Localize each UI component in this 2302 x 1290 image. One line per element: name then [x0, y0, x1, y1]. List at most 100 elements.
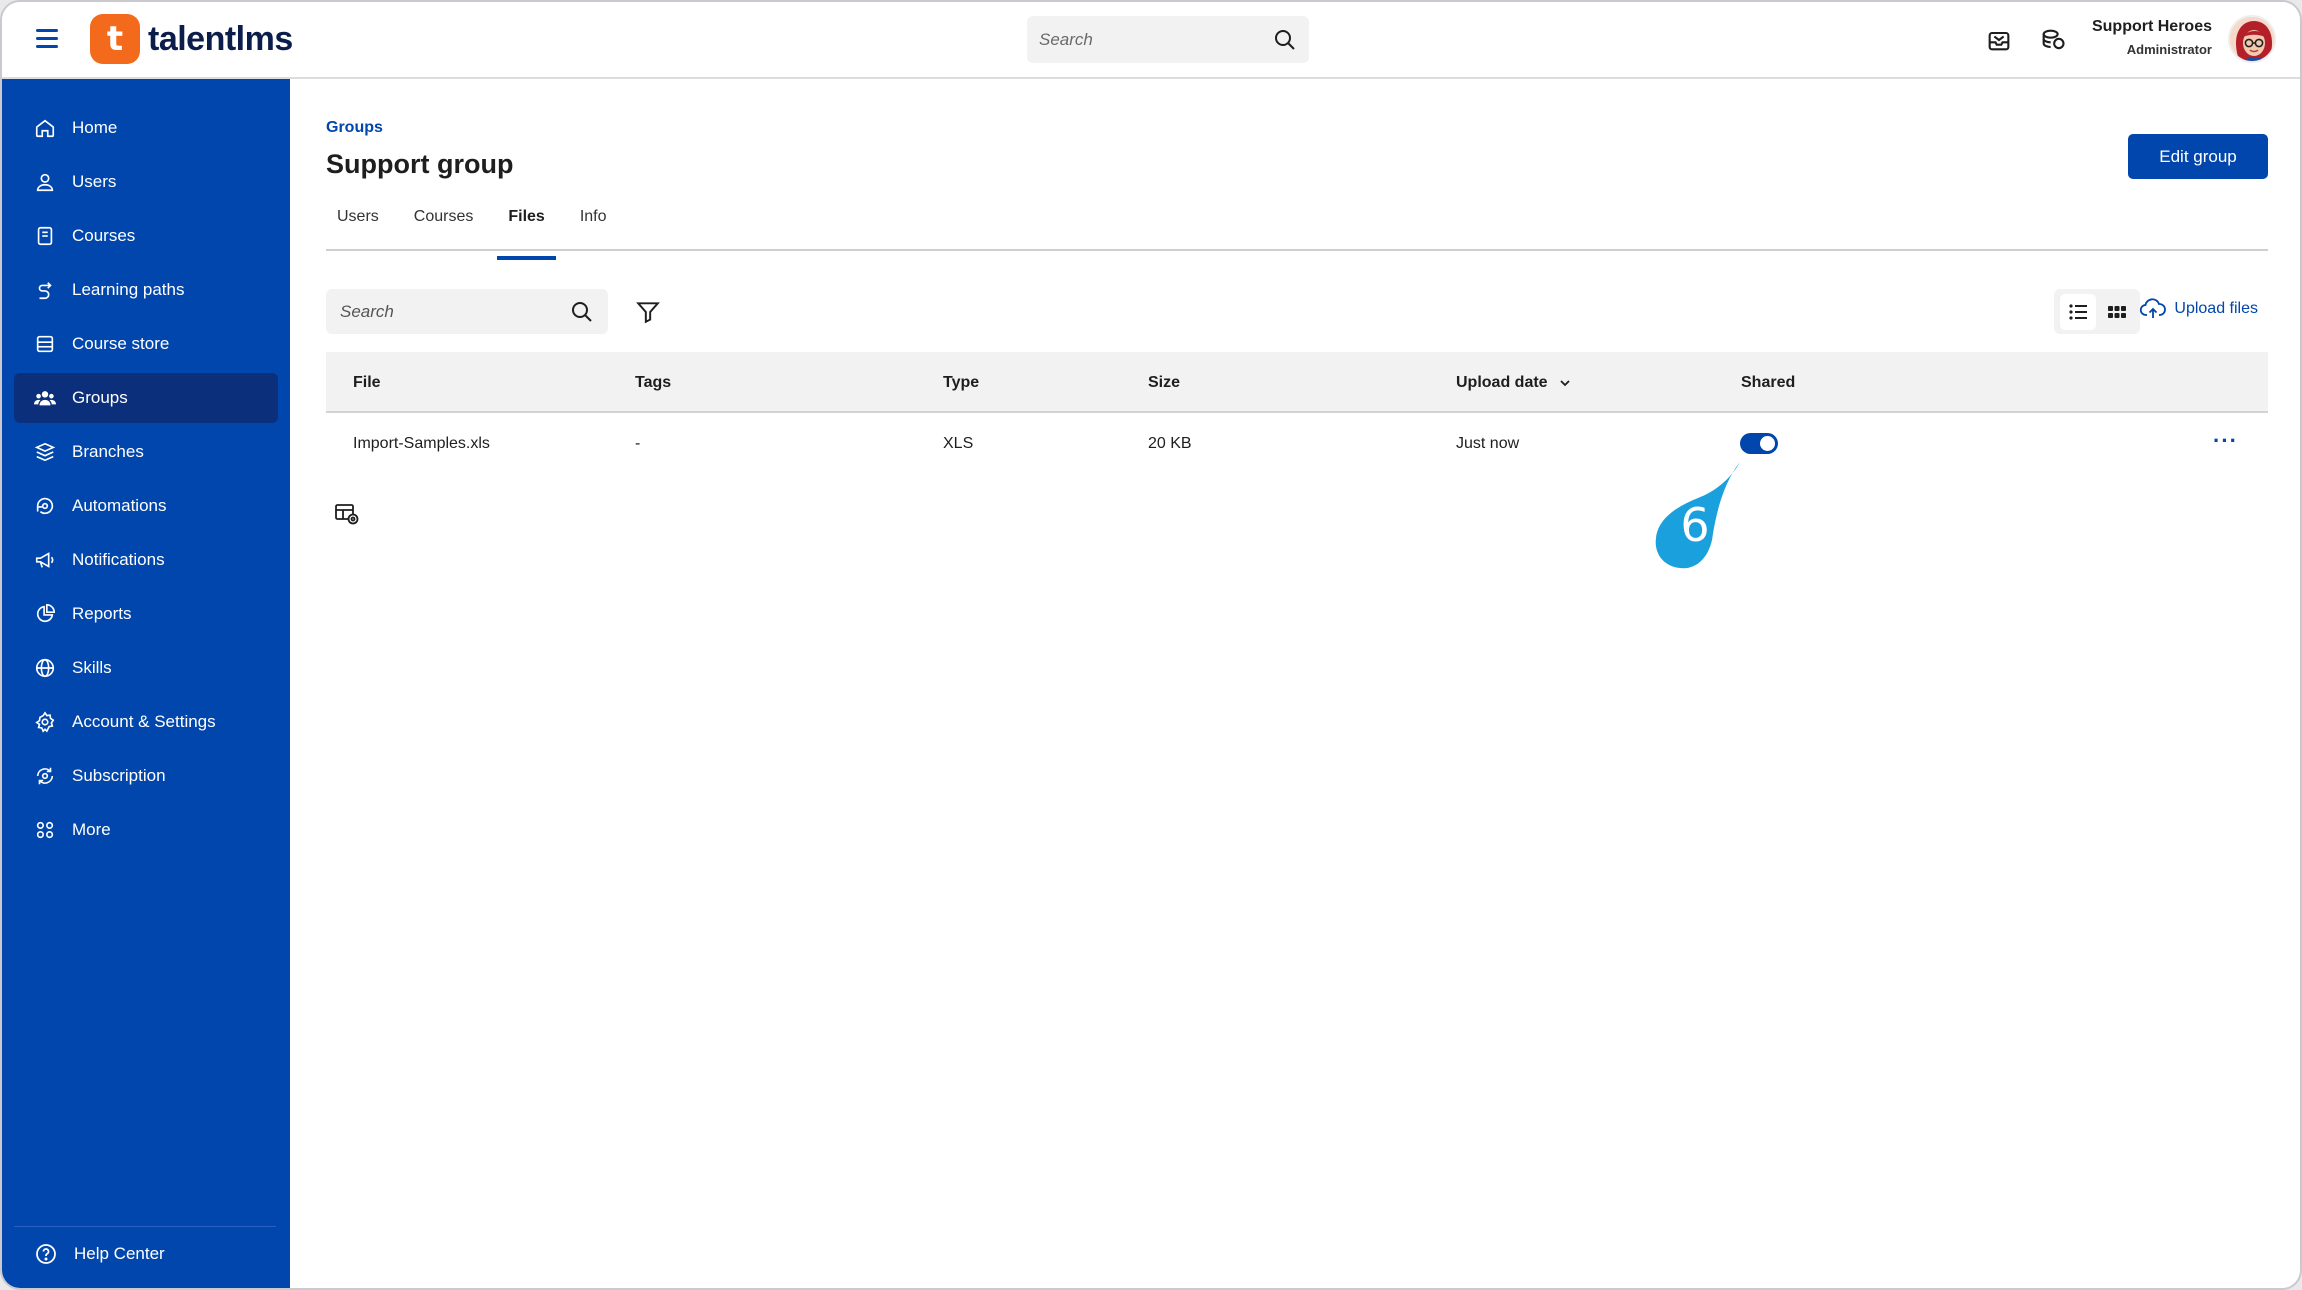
- path-icon: [38, 282, 52, 300]
- branches-icon: [34, 442, 56, 462]
- table-settings-icon[interactable]: [334, 502, 360, 526]
- global-search: [1027, 16, 1309, 63]
- col-header-shared[interactable]: Shared: [1741, 352, 1795, 413]
- help-center-link[interactable]: Help Center: [14, 1226, 276, 1280]
- sidebar-item-learning-paths[interactable]: Learning paths: [14, 265, 278, 315]
- top-bar: t talentlms Support Heroes Administrator: [2, 2, 2300, 79]
- sidebar-item-home[interactable]: Home: [14, 103, 278, 153]
- sidebar-item-label: Users: [72, 172, 117, 191]
- page-title: Support group: [326, 149, 514, 179]
- sidebar-item-label: Automations: [72, 496, 167, 515]
- main-content: Groups Support group Edit group Users Co…: [290, 79, 2300, 1288]
- chevron-down-icon: [1560, 380, 1570, 387]
- talentlms-logo[interactable]: t talentlms: [90, 14, 293, 64]
- list-view-button[interactable]: [2059, 293, 2096, 330]
- sidebar-item-groups[interactable]: Groups: [14, 373, 278, 423]
- filter-icon[interactable]: [635, 299, 661, 325]
- cell-type: XLS: [943, 435, 974, 452]
- row-more-options-icon[interactable]: ···: [2213, 413, 2238, 468]
- subscription-icon: [36, 767, 54, 785]
- col-header-upload-date-label: Upload date: [1456, 374, 1548, 391]
- user-menu[interactable]: Support Heroes Administrator: [2092, 18, 2212, 57]
- tab-info[interactable]: Info: [569, 199, 618, 249]
- toggle-knob: [1760, 436, 1775, 451]
- cell-tags: -: [635, 435, 641, 452]
- sidebar-item-reports[interactable]: Reports: [14, 589, 278, 639]
- avatar[interactable]: [2228, 15, 2276, 63]
- coins-icon[interactable]: [2039, 26, 2067, 54]
- hamburger-menu-icon[interactable]: [36, 29, 58, 49]
- global-search-input[interactable]: [1039, 29, 1273, 50]
- edit-group-button[interactable]: Edit group: [2128, 134, 2268, 179]
- view-toggle: [2054, 289, 2140, 334]
- groups-icon: [34, 391, 56, 406]
- sidebar-item-label: More: [72, 820, 111, 839]
- grid-icon: [36, 821, 54, 839]
- sidebar-item-course-store[interactable]: Course store: [14, 319, 278, 369]
- book-icon: [37, 226, 53, 246]
- sidebar-item-label: Account & Settings: [72, 712, 216, 731]
- help-center-label: Help Center: [74, 1243, 165, 1263]
- upload-files-link[interactable]: Upload files: [2140, 298, 2258, 320]
- tab-files[interactable]: Files: [497, 199, 557, 260]
- list-icon: [2068, 303, 2087, 320]
- sidebar-item-branches[interactable]: Branches: [14, 427, 278, 477]
- sidebar-item-label: Course store: [72, 334, 170, 353]
- sidebar-item-automations[interactable]: Automations: [14, 481, 278, 531]
- sidebar-item-label: Groups: [72, 388, 128, 407]
- table-row[interactable]: Import-Samples.xls - XLS 20 KB Just now …: [326, 413, 2268, 474]
- grid-view-icon: [2107, 305, 2126, 318]
- cell-file: Import-Samples.xls: [353, 435, 490, 452]
- user-role: Administrator: [2126, 42, 2212, 57]
- search-icon[interactable]: [570, 300, 594, 324]
- user-icon: [36, 173, 54, 192]
- sidebar-item-label: Branches: [72, 442, 144, 461]
- sidebar-item-subscription[interactable]: Subscription: [14, 751, 278, 801]
- store-icon: [36, 335, 54, 353]
- megaphone-icon: [35, 552, 54, 568]
- inbox-icon[interactable]: [1985, 26, 2013, 54]
- sidebar-item-label: Reports: [72, 604, 132, 623]
- sidebar-item-notifications[interactable]: Notifications: [14, 535, 278, 585]
- files-search: [326, 289, 608, 334]
- tab-bar: Users Courses Files Info: [326, 199, 2268, 260]
- pie-chart-icon: [36, 604, 55, 623]
- sidebar-item-more[interactable]: More: [14, 805, 278, 855]
- files-search-input[interactable]: [340, 301, 570, 322]
- sidebar-item-label: Learning paths: [72, 280, 185, 299]
- sidebar-item-label: Skills: [72, 658, 112, 677]
- grid-view-button[interactable]: [2099, 294, 2135, 330]
- col-header-tags[interactable]: Tags: [635, 352, 671, 413]
- tab-users[interactable]: Users: [326, 199, 390, 249]
- sidebar-item-account-settings[interactable]: Account & Settings: [14, 697, 278, 747]
- cloud-upload-icon: [2140, 298, 2167, 318]
- search-icon[interactable]: [1273, 28, 1297, 52]
- sidebar-item-skills[interactable]: Skills: [14, 643, 278, 693]
- col-header-type[interactable]: Type: [943, 352, 979, 413]
- col-header-upload-date[interactable]: Upload date: [1456, 352, 1572, 413]
- step-number: 6: [1680, 498, 1710, 552]
- shared-toggle[interactable]: [1740, 433, 1778, 454]
- col-header-file[interactable]: File: [353, 352, 381, 413]
- cell-upload-date: Just now: [1456, 435, 1520, 452]
- logo-text: talentlms: [148, 19, 293, 58]
- tab-courses[interactable]: Courses: [403, 199, 485, 249]
- col-header-size[interactable]: Size: [1148, 352, 1180, 413]
- table-header: File Tags Type Size Upload date Shared: [326, 352, 2268, 413]
- sidebar-nav: Home Users Courses Learning paths Course…: [2, 79, 290, 855]
- home-icon: [35, 119, 55, 138]
- automations-icon: [36, 497, 54, 515]
- breadcrumb[interactable]: Groups: [326, 119, 383, 137]
- help-icon: [36, 1243, 56, 1264]
- sidebar-item-label: Subscription: [72, 766, 166, 785]
- sidebar-item-label: Notifications: [72, 550, 165, 569]
- sidebar: Home Users Courses Learning paths Course…: [2, 79, 290, 1288]
- sidebar-item-label: Home: [72, 118, 118, 137]
- gear-icon: [35, 711, 55, 733]
- cell-size: 20 KB: [1148, 435, 1192, 452]
- user-name: Support Heroes: [2091, 18, 2212, 35]
- sidebar-item-courses[interactable]: Courses: [14, 211, 278, 261]
- logo-mark: t: [90, 14, 140, 64]
- upload-files-label: Upload files: [2174, 300, 2258, 317]
- sidebar-item-users[interactable]: Users: [14, 157, 278, 207]
